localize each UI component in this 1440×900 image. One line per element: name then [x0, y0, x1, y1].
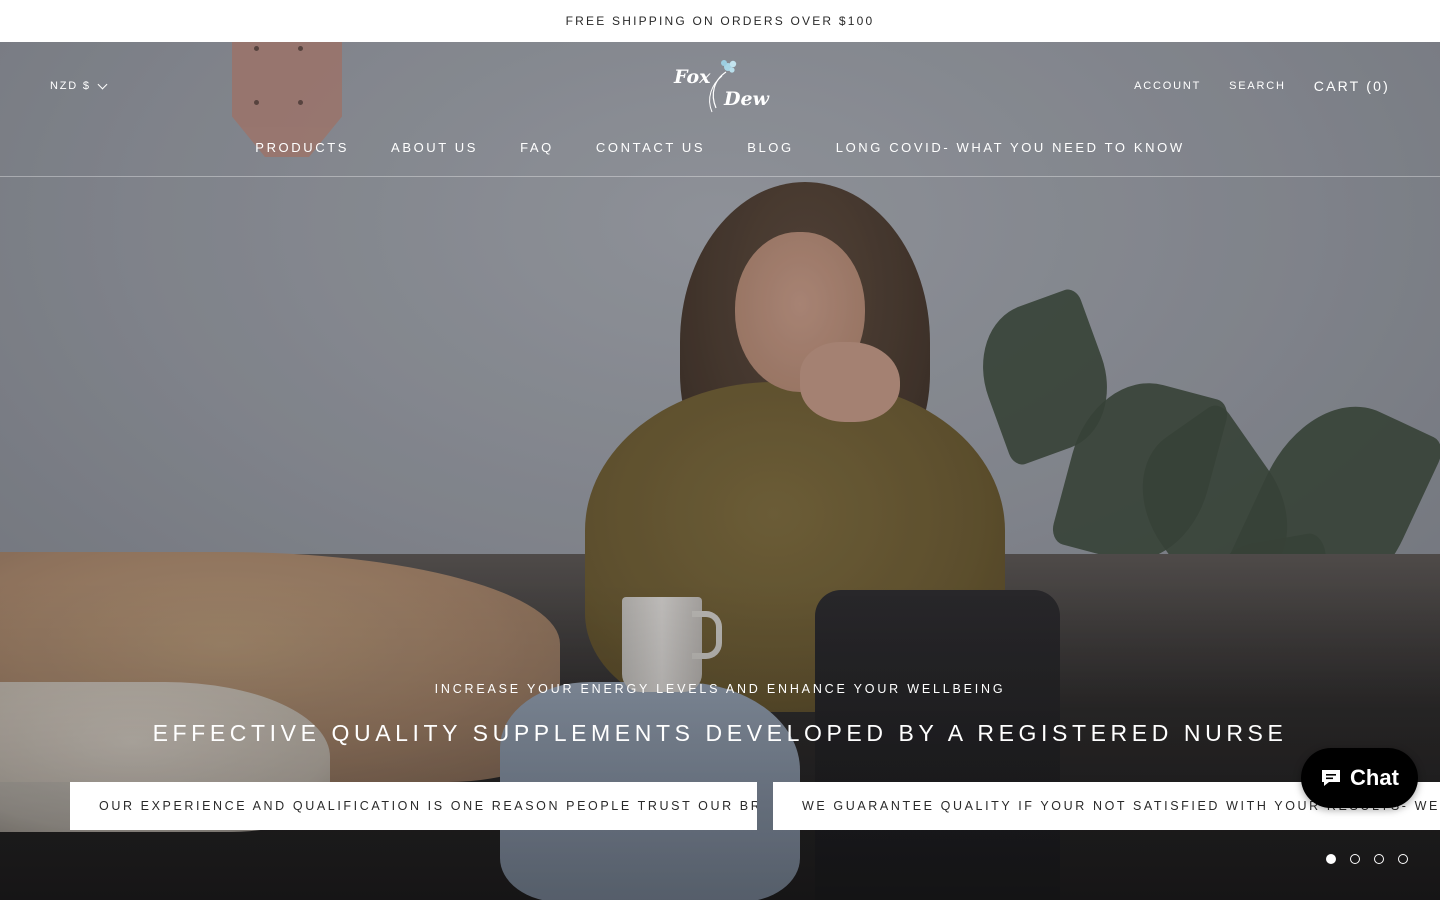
slide-dot-1[interactable] [1326, 854, 1336, 864]
currency-label: NZD $ [50, 80, 91, 92]
slide-dot-3[interactable] [1374, 854, 1384, 864]
announcement-text: FREE SHIPPING ON ORDERS OVER $100 [565, 14, 875, 28]
slide-dot-4[interactable] [1398, 854, 1408, 864]
chevron-down-icon [97, 79, 108, 89]
nav-item-long-covid[interactable]: LONG COVID- WHAT YOU NEED TO KNOW [836, 140, 1185, 155]
hero-headline: EFFECTIVE QUALITY SUPPLEMENTS DEVELOPED … [152, 720, 1288, 746]
search-link[interactable]: SEARCH [1229, 80, 1286, 92]
slide-dot-2[interactable] [1350, 854, 1360, 864]
nav-item-blog[interactable]: BLOG [747, 140, 794, 155]
hero-subheading: INCREASE YOUR ENERGY LEVELS AND ENHANCE … [434, 682, 1006, 696]
logo-text-dew: Dew [724, 88, 769, 110]
logo[interactable]: Fox Dew [672, 58, 769, 116]
nav-item-about-us[interactable]: ABOUT US [391, 140, 478, 155]
hero-button-experience[interactable]: OUR EXPERIENCE AND QUALIFICATION IS ONE … [70, 782, 757, 830]
nav-item-contact-us[interactable]: CONTACT US [596, 140, 705, 155]
logo-text-fox: Fox [674, 66, 711, 88]
nav-item-products[interactable]: PRODUCTS [255, 140, 349, 155]
main-nav: PRODUCTS ABOUT US FAQ CONTACT US BLOG LO… [0, 140, 1440, 155]
chat-button[interactable]: Chat [1301, 748, 1418, 808]
account-link[interactable]: ACCOUNT [1134, 80, 1201, 92]
header-actions: ACCOUNT SEARCH CART (0) [1134, 78, 1390, 94]
chat-label: Chat [1350, 765, 1399, 790]
cart-link[interactable]: CART (0) [1314, 78, 1390, 94]
nav-item-faq[interactable]: FAQ [520, 140, 554, 155]
chat-bubble-icon [1322, 770, 1341, 786]
currency-selector[interactable]: NZD $ [50, 79, 108, 92]
announcement-bar: FREE SHIPPING ON ORDERS OVER $100 [0, 0, 1440, 42]
hero-button-label: OUR EXPERIENCE AND QUALIFICATION IS ONE … [99, 799, 757, 813]
slideshow-dots [1326, 854, 1408, 864]
site-header: NZD $ Fox Dew ACCOUNT SEARCH CART (0) PR… [0, 42, 1440, 177]
